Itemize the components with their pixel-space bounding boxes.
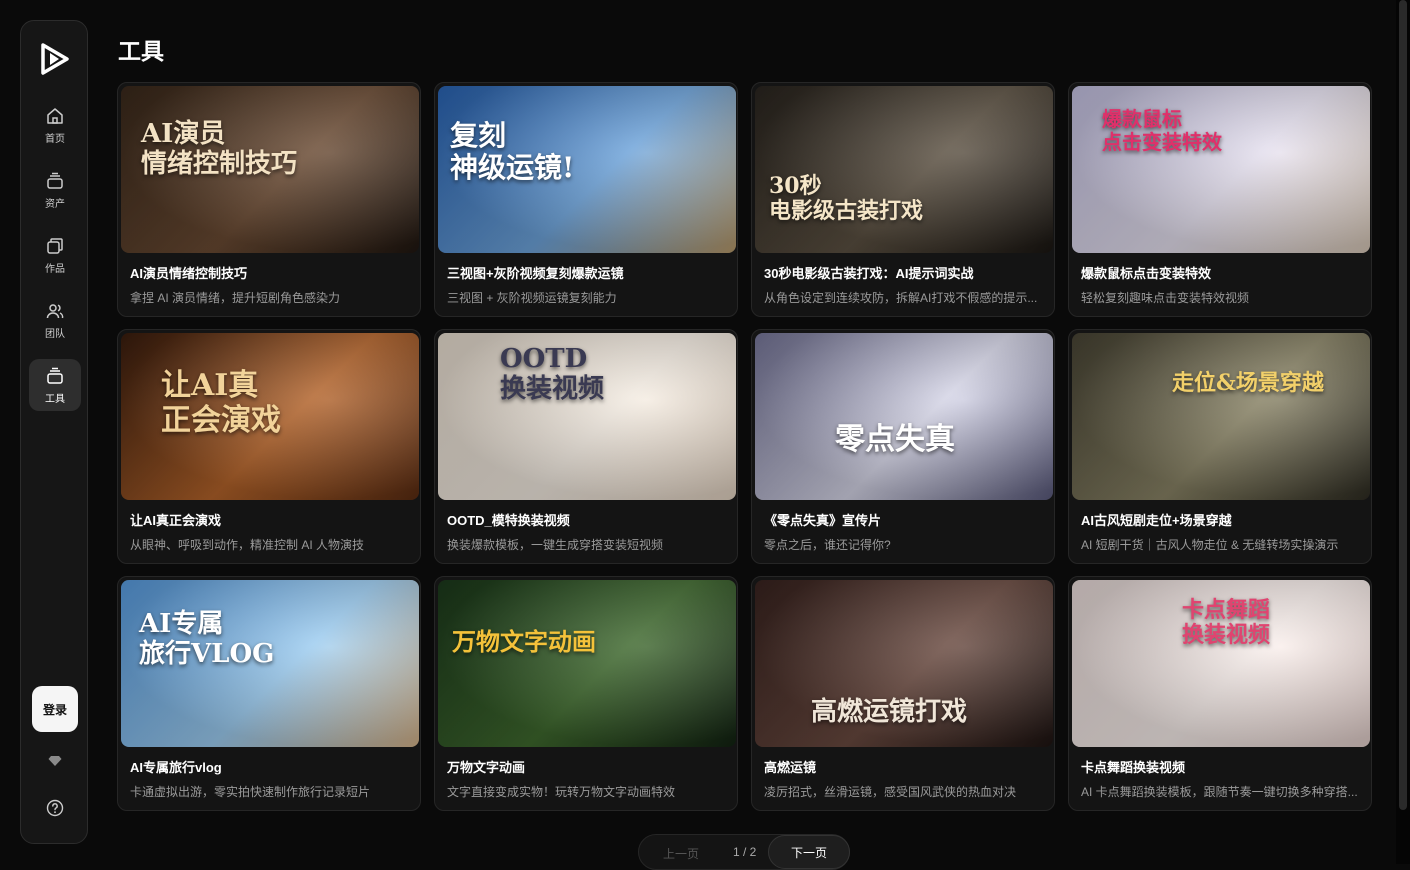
card-thumbnail: 卡点舞蹈 换装视频	[1072, 580, 1370, 747]
card-thumbnail: 万物文字动画	[438, 580, 736, 747]
tool-card[interactable]: 30秒 电影级古装打戏 30秒电影级古装打戏：AI提示词实战从角色设定到连续攻防，…	[751, 82, 1055, 317]
tool-card[interactable]: OOTD 换装视频 OOTD_模特换装视频换装爆款模板，一键生成穿搭变装短视频	[434, 329, 738, 564]
login-button[interactable]: 登录	[32, 686, 78, 732]
layers-icon	[45, 171, 65, 191]
tools-icon	[45, 366, 65, 386]
card-description: 轻松复刻趣味点击变装特效视频	[1081, 291, 1250, 305]
sidebar-item-assets[interactable]: 资产	[29, 164, 81, 216]
thumbnail-caption: 高燃运镜打戏	[811, 697, 968, 727]
thumbnail-caption: 零点失真	[835, 422, 955, 457]
diamond-icon[interactable]	[45, 751, 65, 771]
sidebar-item-label: 资产	[45, 198, 65, 210]
card-thumbnail: 让AI真 正会演戏	[121, 333, 419, 500]
thumbnail-caption: OOTD 换装视频	[500, 344, 605, 404]
page-count: 1 / 2	[733, 845, 757, 859]
card-description: AI 短剧干货｜古风人物走位 & 无缝转场实操演示	[1081, 538, 1339, 552]
thumbnail-caption: 万物文字动画	[452, 627, 596, 656]
sidebar-item-home[interactable]: 首页	[29, 99, 81, 151]
tool-card[interactable]: 万物文字动画 万物文字动画 文字直接变成实物！玩转万物文字动画特效	[434, 576, 738, 811]
card-thumbnail: AI演员 情绪控制技巧	[121, 86, 419, 253]
card-description: 文字直接变成实物！玩转万物文字动画特效	[447, 785, 676, 799]
card-thumbnail: OOTD 换装视频	[438, 333, 736, 500]
card-thumbnail: 高燃运镜打戏	[755, 580, 1053, 747]
tool-card[interactable]: 卡点舞蹈 换装视频卡点舞蹈换装视频 AI 卡点舞蹈换装模板，跟随节奏一键切换多种穿…	[1068, 576, 1372, 811]
card-title: 三视图+灰阶视频复刻爆款运镜	[447, 266, 624, 281]
sidebar: 首页 资产 作品 团队 工具 登录	[20, 20, 88, 844]
card-title: 爆款鼠标点击变装特效	[1081, 266, 1212, 281]
home-icon	[45, 106, 65, 126]
sidebar-item-label: 团队	[45, 328, 65, 340]
card-title: 30秒电影级古装打戏：AI提示词实战	[764, 266, 974, 281]
tool-card[interactable]: 走位&场景穿越 AI古风短剧走位+场景穿越 AI 短剧干货｜古风人物走位 & 无缝转…	[1068, 329, 1372, 564]
scrollbar-thumb[interactable]	[1399, 0, 1407, 810]
tool-card[interactable]: 高燃运镜打戏高燃运镜凌厉招式，丝滑运镜，感受国风武侠的热血对决	[751, 576, 1055, 811]
thumbnail-caption: 走位&场景穿越	[1172, 370, 1324, 396]
card-description: 拿捏 AI 演员情绪，提升短剧角色感染力	[130, 291, 341, 305]
help-icon[interactable]	[45, 798, 65, 818]
card-title: 《零点失真》宣传片	[764, 513, 882, 528]
pagination: 上一页 1 / 2 下一页	[638, 834, 850, 870]
card-title: 万物文字动画	[447, 760, 526, 775]
card-description: 凌厉招式，丝滑运镜，感受国风武侠的热血对决	[764, 785, 1017, 799]
sidebar-item-tools[interactable]: 工具	[29, 359, 81, 411]
tool-card[interactable]: 爆款鼠标 点击变装特效爆款鼠标点击变装特效轻松复刻趣味点击变装特效视频	[1068, 82, 1372, 317]
card-thumbnail: 零点失真	[755, 333, 1053, 500]
card-title: OOTD_模特换装视频	[447, 513, 570, 528]
card-title: 卡点舞蹈换装视频	[1081, 760, 1186, 775]
card-title: 高燃运镜	[764, 760, 817, 775]
app-logo-icon[interactable]	[37, 41, 73, 77]
card-title: AI演员情绪控制技巧	[130, 266, 248, 281]
card-description: 换装爆款模板，一键生成穿搭变装短视频	[447, 538, 664, 552]
card-title: AI古风短剧走位+场景穿越	[1081, 513, 1232, 528]
tool-card[interactable]: AI专属 旅行VLOG AI专属旅行vlog 卡通虚拟出游，零实拍快速制作旅行记录短…	[117, 576, 421, 811]
prev-page-button[interactable]: 上一页	[663, 845, 699, 862]
card-thumbnail: 走位&场景穿越	[1072, 333, 1370, 500]
thumbnail-caption: AI演员 情绪控制技巧	[141, 119, 298, 179]
thumbnail-caption: 复刻 神级运镜!	[450, 119, 575, 185]
thumbnail-caption: 让AI真 正会演戏	[161, 368, 281, 438]
card-thumbnail: 复刻 神级运镜!	[438, 86, 736, 253]
tool-card[interactable]: AI演员 情绪控制技巧 AI演员情绪控制技巧拿捏 AI 演员情绪，提升短剧角色感染…	[117, 82, 421, 317]
thumbnail-caption: 爆款鼠标 点击变装特效	[1102, 107, 1222, 154]
users-icon	[45, 301, 65, 321]
sidebar-item-works[interactable]: 作品	[29, 229, 81, 281]
card-description: 卡通虚拟出游，零实拍快速制作旅行记录短片	[130, 785, 371, 799]
tool-card[interactable]: 让AI真 正会演戏让AI真正会演戏从眼神、呼吸到动作，精准控制 AI 人物演技	[117, 329, 421, 564]
card-description: AI 卡点舞蹈换装模板，跟随节奏一键切换多种穿搭...	[1081, 785, 1358, 799]
folder-icon	[45, 236, 65, 256]
card-thumbnail: 30秒 电影级古装打戏	[755, 86, 1053, 253]
thumbnail-caption: AI专属 旅行VLOG	[139, 609, 275, 669]
sidebar-item-label: 工具	[45, 393, 65, 405]
thumbnail-caption: 30秒 电影级古装打戏	[769, 173, 924, 225]
card-description: 从角色设定到连续攻防，拆解AI打戏不假感的提示...	[764, 291, 1038, 305]
page-title: 工具	[118, 38, 164, 64]
tool-card[interactable]: 复刻 神级运镜! 三视图+灰阶视频复刻爆款运镜 三视图 + 灰阶视频运镜复刻能力	[434, 82, 738, 317]
card-description: 从眼神、呼吸到动作，精准控制 AI 人物演技	[130, 538, 365, 552]
card-description: 三视图 + 灰阶视频运镜复刻能力	[447, 291, 617, 305]
card-description: 零点之后，谁还记得你?	[764, 538, 891, 552]
card-thumbnail: 爆款鼠标 点击变装特效	[1072, 86, 1370, 253]
card-title: 让AI真正会演戏	[130, 513, 222, 528]
card-thumbnail: AI专属 旅行VLOG	[121, 580, 419, 747]
sidebar-item-team[interactable]: 团队	[29, 294, 81, 346]
thumbnail-caption: 卡点舞蹈 换装视频	[1182, 597, 1271, 649]
sidebar-item-label: 首页	[45, 133, 65, 145]
sidebar-item-label: 作品	[45, 263, 65, 275]
tool-card[interactable]: 零点失真《零点失真》宣传片 零点之后，谁还记得你?	[751, 329, 1055, 564]
card-title: AI专属旅行vlog	[130, 760, 222, 775]
scrollbar[interactable]	[1396, 0, 1410, 864]
